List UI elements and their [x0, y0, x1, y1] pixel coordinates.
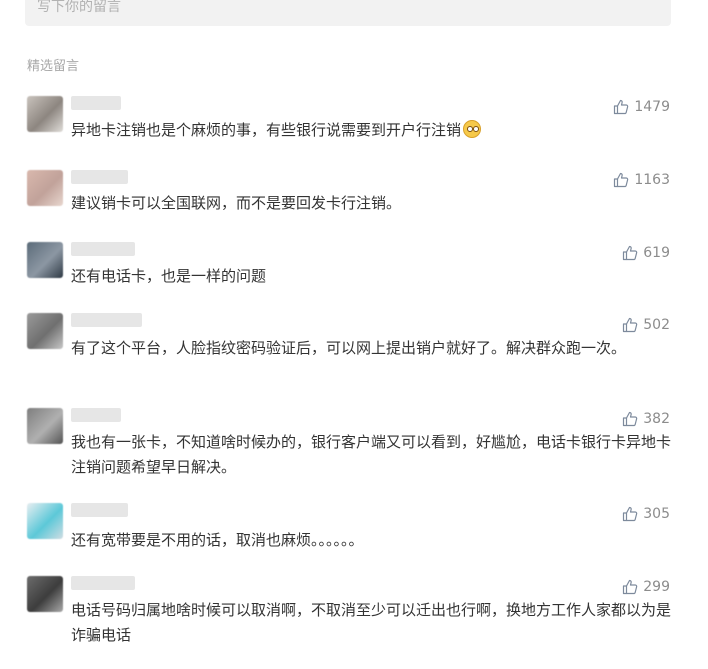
nickname-blurred — [71, 576, 135, 590]
thumbs-up-icon — [622, 317, 638, 333]
comment-text: 还有电话卡，也是一样的问题 — [71, 264, 677, 289]
avatar[interactable] — [27, 96, 63, 132]
comment-text-content: 建议销卡可以全国联网，而不是要回发卡行注销。 — [71, 194, 402, 212]
like-count: 299 — [643, 579, 670, 595]
thumbs-up-icon — [622, 506, 638, 522]
nickname-blurred — [71, 96, 121, 110]
thumbs-up-icon — [622, 411, 638, 427]
comment-text: 异地卡注销也是个麻烦的事，有些银行说需要到开户行注销 — [71, 118, 677, 143]
thumbs-up-icon — [622, 245, 638, 261]
nickname-blurred — [71, 313, 142, 327]
avatar[interactable] — [27, 242, 63, 278]
thumbs-up-icon — [613, 99, 629, 115]
comment-text-content: 异地卡注销也是个麻烦的事，有些银行说需要到开户行注销 — [71, 121, 462, 139]
comment-input-placeholder: 写下你的留言 — [37, 0, 121, 15]
section-title: 精选留言 — [27, 59, 80, 74]
like-count: 619 — [643, 245, 670, 261]
comment-text-content: 还有电话卡，也是一样的问题 — [71, 267, 267, 285]
avatar[interactable] — [27, 170, 63, 206]
like-button[interactable]: 305 — [622, 505, 670, 523]
comment-text-content: 我也有一张卡，不知道啥时候办的，银行客户端又可以看到，好尴尬，电话卡银行卡异地卡… — [71, 433, 672, 476]
comment-text: 我也有一张卡，不知道啥时候办的，银行客户端又可以看到，好尴尬，电话卡银行卡异地卡… — [71, 430, 677, 480]
avatar[interactable] — [27, 313, 63, 349]
comment-text: 建议销卡可以全国联网，而不是要回发卡行注销。 — [71, 191, 677, 216]
comment-text: 有了这个平台，人脸指纹密码验证后，可以网上提出销户就好了。解决群众跑一次。 — [71, 336, 677, 361]
like-button[interactable]: 1479 — [613, 98, 670, 116]
avatar[interactable] — [27, 576, 63, 612]
comment-text-content: 还有宽带要是不用的话，取消也麻烦。。。。。。 — [71, 531, 364, 549]
like-button[interactable]: 1163 — [613, 171, 670, 189]
comment-text: 还有宽带要是不用的话，取消也麻烦。。。。。。 — [71, 528, 677, 553]
like-button[interactable]: 299 — [622, 578, 670, 596]
like-button[interactable]: 502 — [622, 316, 670, 334]
nickname-blurred — [71, 170, 128, 184]
like-count: 1479 — [634, 99, 670, 115]
comment-text: 电话号码归属地啥时候可以取消啊，不取消至少可以迁出也行啊，换地方工作人家都以为是… — [71, 598, 677, 648]
avatar[interactable] — [27, 408, 63, 444]
emoji-icon — [463, 120, 482, 138]
like-count: 382 — [643, 411, 670, 427]
like-count: 1163 — [634, 172, 670, 188]
comment-input[interactable]: 写下你的留言 — [25, 0, 671, 26]
nickname-blurred — [71, 408, 121, 422]
thumbs-up-icon — [613, 172, 629, 188]
thumbs-up-icon — [622, 579, 638, 595]
like-count: 305 — [643, 506, 670, 522]
avatar[interactable] — [27, 503, 63, 539]
comment-text-content: 有了这个平台，人脸指纹密码验证后，可以网上提出销户就好了。解决群众跑一次。 — [71, 339, 627, 357]
nickname-blurred — [71, 503, 128, 517]
like-count: 502 — [643, 317, 670, 333]
like-button[interactable]: 619 — [622, 244, 670, 262]
nickname-blurred — [71, 242, 135, 256]
comment-text-content: 电话号码归属地啥时候可以取消啊，不取消至少可以迁出也行啊，换地方工作人家都以为是… — [71, 601, 672, 644]
like-button[interactable]: 382 — [622, 410, 670, 428]
